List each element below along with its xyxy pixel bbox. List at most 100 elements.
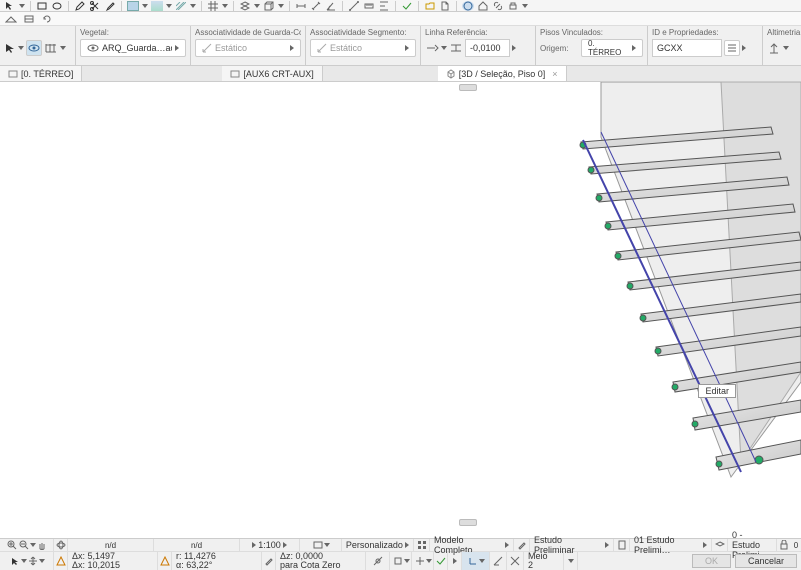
snap2-icon[interactable]: [393, 556, 403, 566]
refresh-icon[interactable]: [40, 13, 54, 25]
section-icon[interactable]: [22, 13, 36, 25]
pen-icon[interactable]: [517, 540, 527, 550]
dropdown-icon[interactable]: [426, 559, 432, 563]
modelo-cell[interactable]: Modelo Completo: [430, 539, 514, 551]
layer-sm-icon[interactable]: [715, 540, 725, 550]
snap-int-icon[interactable]: [510, 556, 520, 566]
house-icon[interactable]: [477, 1, 489, 11]
measure-icon[interactable]: [348, 1, 360, 11]
grid-icon[interactable]: [207, 1, 219, 11]
rect-icon[interactable]: [36, 1, 48, 11]
dropdown-icon[interactable]: [404, 559, 410, 563]
tab-aux[interactable]: [AUX6 CRT-AUX]: [222, 66, 322, 81]
dropdown-icon[interactable]: [222, 4, 228, 8]
snap-perp-icon[interactable]: [468, 556, 478, 566]
expand-icon[interactable]: [512, 45, 516, 51]
editar-tooltip[interactable]: Editar: [698, 384, 736, 398]
dropdown-icon[interactable]: [278, 4, 284, 8]
fill-icon[interactable]: [127, 1, 139, 11]
dropdown-icon[interactable]: [166, 4, 172, 8]
warn2-icon[interactable]: [160, 556, 170, 566]
dropdown-icon[interactable]: [783, 46, 789, 50]
visibility-btn[interactable]: [26, 40, 42, 56]
print-icon[interactable]: [507, 1, 519, 11]
viewport-3d[interactable]: Editar: [0, 82, 801, 528]
cancel-button[interactable]: Cancelar: [735, 554, 797, 568]
gradient-icon[interactable]: [151, 1, 163, 11]
plane-icon[interactable]: [4, 13, 18, 25]
lock-icon[interactable]: [780, 540, 788, 550]
layers-icon[interactable]: [239, 1, 251, 11]
doc-sm-icon[interactable]: [618, 540, 626, 550]
link-icon[interactable]: [492, 1, 504, 11]
cursor-icon[interactable]: [4, 1, 16, 11]
dropdown-icon[interactable]: [190, 4, 196, 8]
splitter-handle[interactable]: [459, 519, 477, 526]
dim1-icon[interactable]: [295, 1, 307, 11]
estudo3-cell[interactable]: 0 - Estudo Prelimi…: [728, 539, 777, 551]
tab-terreo[interactable]: [0. TÉRREO]: [0, 66, 82, 81]
snap3-icon[interactable]: [415, 556, 425, 566]
align-icon[interactable]: [378, 1, 390, 11]
ellipse-icon[interactable]: [51, 1, 63, 11]
estudo2-cell[interactable]: 01 Estudo Prelimi…: [630, 539, 712, 551]
dropdown-icon[interactable]: [39, 559, 45, 563]
dropdown-icon[interactable]: [19, 4, 25, 8]
angle-icon[interactable]: [325, 1, 337, 11]
person-cell[interactable]: Personalizado: [342, 539, 414, 551]
orbit-icon[interactable]: [56, 540, 66, 550]
tab-3d[interactable]: [3D / Seleção, Piso 0] ×: [438, 66, 567, 81]
check-icon[interactable]: [401, 1, 413, 11]
warn-icon[interactable]: [56, 556, 66, 566]
display-icon[interactable]: [313, 540, 323, 550]
dropdown-icon[interactable]: [479, 559, 485, 563]
move-icon[interactable]: [28, 556, 38, 566]
close-icon[interactable]: ×: [552, 69, 557, 79]
assoc-seg-selector[interactable]: Estático: [310, 39, 416, 57]
dropdown-icon[interactable]: [324, 543, 330, 547]
arrow-dark-icon[interactable]: [4, 42, 16, 54]
hand-icon[interactable]: [37, 540, 47, 550]
dropdown-icon[interactable]: [568, 559, 574, 563]
dim2-icon[interactable]: [310, 1, 322, 11]
snap-angle-icon[interactable]: [493, 556, 503, 566]
dropdown-icon[interactable]: [18, 46, 24, 50]
dropdown-icon[interactable]: [254, 4, 260, 8]
doc-icon[interactable]: [439, 1, 451, 11]
eyedrop-icon[interactable]: [104, 1, 116, 11]
zoom-in-icon[interactable]: [7, 540, 17, 550]
scissors-icon[interactable]: [89, 1, 101, 11]
globe-icon[interactable]: [462, 1, 474, 11]
folder-icon[interactable]: [424, 1, 436, 11]
assoc-corpo-selector[interactable]: Estático: [195, 39, 301, 57]
box-icon[interactable]: [263, 1, 275, 11]
scale-cell[interactable]: 1:100: [240, 539, 300, 551]
pencil-icon[interactable]: [74, 1, 86, 11]
pisos-selector[interactable]: 0. TÉRREO: [581, 39, 643, 57]
ref-left-icon[interactable]: [425, 42, 439, 54]
dropdown-icon[interactable]: [522, 4, 528, 8]
hatch-icon[interactable]: [175, 1, 187, 11]
ruler-icon[interactable]: [363, 1, 375, 11]
check2-icon[interactable]: [436, 556, 446, 566]
grid4-icon[interactable]: [417, 540, 427, 550]
ok-button[interactable]: OK: [692, 554, 731, 568]
snap1-icon[interactable]: [373, 556, 383, 566]
splitter-handle[interactable]: [459, 84, 477, 91]
id-input[interactable]: [652, 39, 722, 57]
expand-icon[interactable]: [742, 45, 746, 51]
offset-icon[interactable]: [449, 42, 463, 54]
linha-ref-input[interactable]: [465, 39, 510, 57]
estudo-cell[interactable]: Estudo Preliminar: [530, 539, 614, 551]
dropdown-icon[interactable]: [60, 46, 66, 50]
vegetal-selector[interactable]: ARQ_Guarda…ao.ARQ_3D: [80, 39, 186, 57]
dropdown-icon[interactable]: [30, 543, 36, 547]
railing-icon[interactable]: [44, 42, 58, 54]
elev-icon[interactable]: [767, 41, 781, 55]
dropdown-icon[interactable]: [21, 559, 27, 563]
play-icon[interactable]: [453, 558, 457, 564]
cursor-sm-icon[interactable]: [10, 556, 20, 566]
zoom-out-icon[interactable]: [19, 540, 29, 550]
list-btn[interactable]: [724, 40, 740, 56]
pencil-sm-icon[interactable]: [264, 556, 274, 566]
